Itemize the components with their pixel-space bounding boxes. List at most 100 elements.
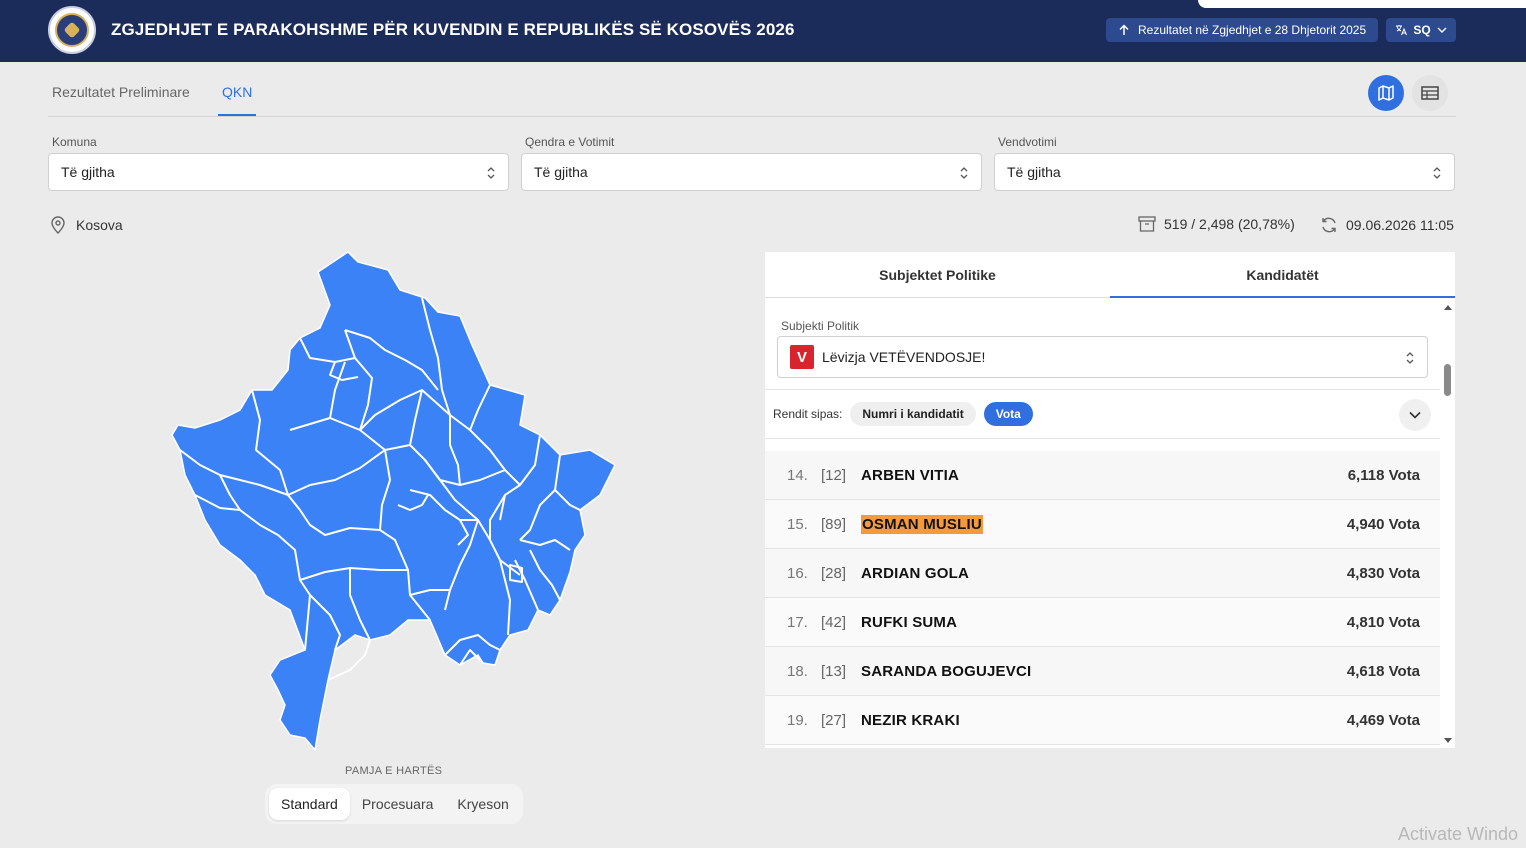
candidate-votes: 4,830 Vota xyxy=(1346,564,1420,582)
sort-arrows-icon xyxy=(487,167,495,179)
language-select[interactable]: SQ xyxy=(1386,18,1456,42)
map-view-button[interactable] xyxy=(1368,75,1404,111)
table-icon xyxy=(1421,86,1439,100)
komuna-select[interactable]: Të gjitha xyxy=(48,153,509,191)
location-label: Kosova xyxy=(76,217,123,233)
ballot-box-icon xyxy=(1138,216,1156,232)
candidate-number: [42] xyxy=(821,613,847,631)
komuna-label: Komuna xyxy=(52,135,97,149)
refresh-icon xyxy=(1322,217,1336,233)
qendra-select[interactable]: Të gjitha xyxy=(521,153,982,191)
chevron-down-icon xyxy=(1409,411,1421,419)
tab-political-subjects[interactable]: Subjektet Politike xyxy=(765,267,1110,283)
party-select[interactable]: V Lëvizja VETËVENDOSJE! xyxy=(777,336,1428,378)
candidate-number: [27] xyxy=(821,711,847,729)
results-panel: Subjektet Politike Kandidatët Subjekti P… xyxy=(765,252,1455,748)
candidate-name: RUFKI SUMA xyxy=(861,613,958,631)
candidate-list: 14. [12] ARBEN VITIA 6,118 Vota 15. [89]… xyxy=(765,451,1440,745)
map-mode-processed[interactable]: Procesuara xyxy=(350,788,446,820)
overlay-box xyxy=(1198,0,1526,8)
cec-logo[interactable] xyxy=(48,6,96,54)
sort-arrows-icon xyxy=(1433,167,1441,179)
candidate-rank: 19. xyxy=(787,711,808,729)
candidate-votes: 4,618 Vota xyxy=(1346,662,1420,680)
candidate-number: [13] xyxy=(821,662,847,680)
app-header: ZGJEDHJET E PARAKOHSHME PËR KUVENDIN E R… xyxy=(0,0,1526,62)
table-view-button[interactable] xyxy=(1412,75,1448,111)
sort-by-votes-chip[interactable]: Vota xyxy=(983,402,1033,426)
vendvotimi-value: Të gjitha xyxy=(1007,164,1061,180)
sort-arrows-icon xyxy=(1406,352,1414,364)
kosovo-map[interactable] xyxy=(160,250,630,755)
sort-label: Rendit sipas: xyxy=(773,407,843,421)
chevron-down-icon xyxy=(1437,27,1447,33)
sort-arrows-icon xyxy=(960,167,968,179)
candidate-number: [89] xyxy=(821,515,847,533)
candidate-name: NEZIR KRAKI xyxy=(861,711,960,729)
qendra-value: Të gjitha xyxy=(534,164,588,180)
location-pin-icon xyxy=(51,216,65,234)
location-breadcrumb: Kosova xyxy=(50,216,123,234)
party-logo: V xyxy=(790,345,814,369)
expand-button[interactable] xyxy=(1399,399,1431,431)
qendra-label: Qendra e Votimit xyxy=(525,135,615,149)
kosovo-outline xyxy=(171,251,616,752)
candidate-votes: 6,118 Vota xyxy=(1347,466,1420,484)
translate-icon xyxy=(1396,25,1408,36)
candidate-rank: 17. xyxy=(787,613,808,631)
candidate-name: ARBEN VITIA xyxy=(861,466,960,484)
tab-preliminary-results[interactable]: Rezultatet Preliminare xyxy=(52,84,190,100)
vendvotimi-label: Vendvotimi xyxy=(998,135,1057,149)
candidate-name: SARANDA BOGUJEVCI xyxy=(861,662,1032,680)
page-title: ZGJEDHJET E PARAKOHSHME PËR KUVENDIN E R… xyxy=(111,20,795,39)
panel-scrollbar[interactable] xyxy=(1440,302,1455,748)
map-mode-standard[interactable]: Standard xyxy=(269,788,350,820)
sort-by-number-chip[interactable]: Numri i kandidatit xyxy=(850,402,976,426)
candidate-rank: 18. xyxy=(787,662,808,680)
language-label: SQ xyxy=(1413,23,1431,37)
party-select-label: Subjekti Politik xyxy=(781,319,860,333)
table-row[interactable]: 19. [27] NEZIR KRAKI 4,469 Vota xyxy=(765,696,1440,745)
panel-tabs: Subjektet Politike Kandidatët xyxy=(765,252,1455,298)
sort-bar: Rendit sipas: Numri i kandidatit Vota xyxy=(765,389,1440,439)
table-row[interactable]: 16. [28] ARDIAN GOLA 4,830 Vota xyxy=(765,549,1440,598)
candidate-name: ARDIAN GOLA xyxy=(861,564,970,582)
stations-count: 519 / 2,498 (20,78%) xyxy=(1164,216,1295,232)
candidate-name-highlighted: OSMAN MUSLIU xyxy=(861,514,983,534)
table-row[interactable]: 15. [89] OSMAN MUSLIU 4,940 Vota xyxy=(765,500,1440,549)
map-view-mode-toggle: Standard Procesuara Kryeson xyxy=(265,784,523,824)
scroll-thumb[interactable] xyxy=(1444,364,1451,396)
candidate-rank: 14. xyxy=(787,466,808,484)
candidate-votes: 4,469 Vota xyxy=(1346,711,1420,729)
tab-qkn[interactable]: QKN xyxy=(222,84,252,100)
map-icon xyxy=(1378,85,1394,101)
table-row[interactable]: 18. [13] SARANDA BOGUJEVCI 4,618 Vota xyxy=(765,647,1440,696)
vendvotimi-select[interactable]: Të gjitha xyxy=(994,153,1455,191)
map-mode-leading[interactable]: Kryeson xyxy=(445,788,520,820)
candidate-number: [28] xyxy=(821,564,847,582)
table-row[interactable]: 14. [12] ARBEN VITIA 6,118 Vota xyxy=(765,451,1440,500)
candidate-votes: 4,940 Vota xyxy=(1346,515,1420,533)
active-panel-tab-indicator xyxy=(1110,296,1455,298)
candidate-votes: 4,810 Vota xyxy=(1346,613,1420,631)
arrow-up-icon xyxy=(1119,24,1129,35)
party-name: Lëvizja VETËVENDOSJE! xyxy=(822,349,986,365)
map-view-caption: PAMJA E HARTËS xyxy=(345,765,443,777)
stations-stat: 519 / 2,498 (20,78%) xyxy=(1138,216,1295,232)
main-tabs: Rezultatet Preliminare QKN xyxy=(48,64,1456,117)
scroll-up-arrow-icon[interactable] xyxy=(1444,305,1452,310)
previous-results-label: Rezultatet në Zgjedhjet e 28 Dhjetorit 2… xyxy=(1138,23,1367,37)
scroll-down-arrow-icon[interactable] xyxy=(1444,738,1452,743)
windows-activation-watermark: Activate Windo xyxy=(1398,824,1519,844)
komuna-value: Të gjitha xyxy=(61,164,115,180)
candidate-number: [12] xyxy=(821,466,847,484)
candidate-rank: 16. xyxy=(787,564,808,582)
active-tab-indicator xyxy=(218,114,256,116)
tab-candidates[interactable]: Kandidatët xyxy=(1110,267,1455,283)
updated-stat: 09.06.2026 11:05 xyxy=(1320,216,1454,234)
table-row[interactable]: 17. [42] RUFKI SUMA 4,810 Vota xyxy=(765,598,1440,647)
emblem-icon xyxy=(55,13,89,47)
previous-results-button[interactable]: Rezultatet në Zgjedhjet e 28 Dhjetorit 2… xyxy=(1106,18,1378,42)
candidate-rank: 15. xyxy=(787,515,808,533)
updated-timestamp: 09.06.2026 11:05 xyxy=(1346,217,1454,233)
